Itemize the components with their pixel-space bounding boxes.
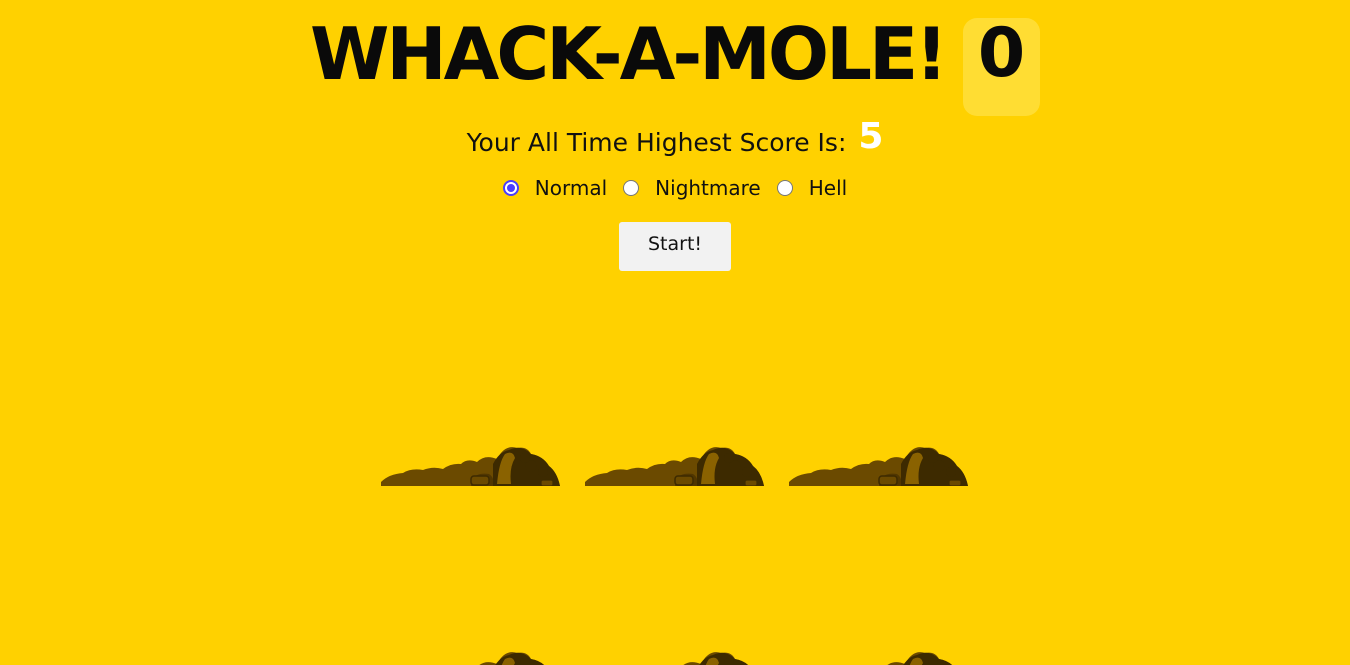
mole-hole[interactable] [585,649,765,665]
nightmare-radio[interactable] [623,180,640,196]
mole-hole[interactable] [381,649,561,665]
hell-radio[interactable] [776,180,793,196]
highscore-value: 5 [858,116,884,157]
nightmare-label: Nightmare [655,176,761,200]
header: WHACK-A-MOLE! 0 [0,6,1350,116]
normal-label: Normal [534,176,608,200]
start-button[interactable]: Start! [619,222,731,271]
score-box: 0 [963,18,1040,116]
highscore-label: Your All Time Highest Score Is: [466,128,847,157]
highscore-line: Your All Time Highest Score Is: 5 [0,116,1350,165]
mole-hole[interactable] [789,444,969,487]
mole-hole[interactable] [789,649,969,665]
game-page: WHACK-A-MOLE! 0 Your All Time Highest Sc… [0,0,1350,665]
current-score: 0 [977,14,1026,93]
difficulty-option-hell[interactable]: Hell [776,176,848,200]
difficulty-option-nightmare[interactable]: Nightmare [623,176,761,200]
normal-radio[interactable] [502,180,519,196]
hell-label: Hell [808,176,848,200]
mole-hole[interactable] [585,444,765,487]
mole-hole[interactable] [381,444,561,487]
difficulty-selector: Normal Nightmare Hell [0,176,1350,200]
game-title: WHACK-A-MOLE! [309,12,948,96]
difficulty-option-normal[interactable]: Normal [502,176,608,200]
